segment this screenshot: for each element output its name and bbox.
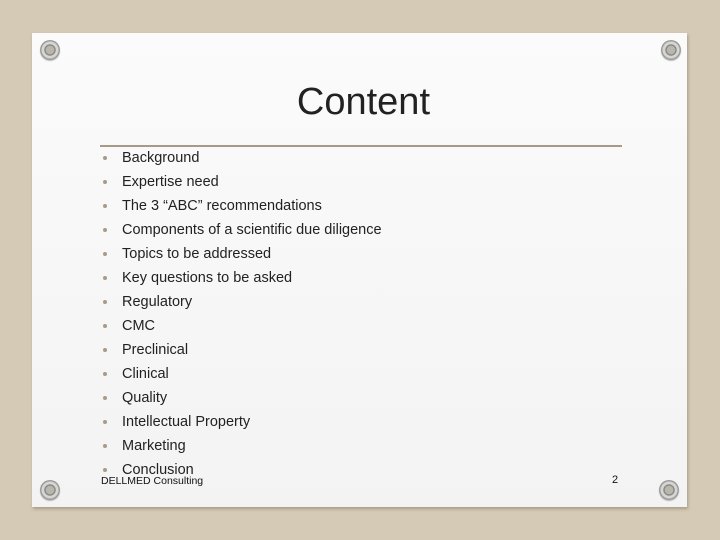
bullet-icon — [103, 396, 107, 400]
list-item: Expertise need — [100, 170, 382, 194]
bullet-icon — [103, 156, 107, 160]
grommet-bottom-right-icon — [659, 480, 679, 500]
list-item: Key questions to be asked — [100, 266, 382, 290]
page-number: 2 — [612, 474, 619, 486]
list-item-text: Clinical — [122, 366, 169, 382]
bullet-icon — [103, 204, 107, 208]
list-item-text: CMC — [122, 318, 156, 334]
list-item-text: Key questions to be asked — [122, 270, 293, 286]
list-item: Regulatory — [100, 290, 382, 314]
list-item-text: Expertise need — [122, 174, 219, 190]
list-item-text: Topics to be addressed — [122, 246, 272, 262]
list-item: Background — [100, 146, 382, 170]
bullet-icon — [103, 468, 107, 472]
list-item-text: Components of a scientific due diligence — [122, 222, 382, 238]
bullet-icon — [103, 420, 107, 424]
grommet-top-right-icon — [661, 40, 681, 60]
list-item: Preclinical — [100, 338, 382, 362]
slide-title: Content — [296, 81, 430, 123]
grommet-bottom-left-icon — [40, 480, 60, 500]
list-item-text: Preclinical — [122, 342, 189, 358]
list-item-text: Intellectual Property — [122, 414, 251, 430]
list-item: Components of a scientific due diligence — [100, 218, 382, 242]
list-item: Topics to be addressed — [100, 242, 382, 266]
list-item-text: Marketing — [122, 438, 186, 454]
list-item-text: The 3 “ABC” recommendations — [122, 198, 322, 214]
list-item: Quality — [100, 386, 382, 410]
list-item-text: Background — [122, 150, 200, 166]
list-item: Marketing — [100, 434, 382, 458]
list-item: Clinical — [100, 362, 382, 386]
list-item: CMC — [100, 314, 382, 338]
bullet-icon — [103, 276, 107, 280]
bullet-icon — [103, 444, 107, 448]
content-list: Background Expertise need The 3 “ABC” re… — [100, 146, 382, 482]
list-item-text: Quality — [122, 390, 168, 406]
bullet-icon — [103, 228, 107, 232]
list-item-text: Regulatory — [122, 294, 193, 310]
grommet-top-left-icon — [40, 40, 60, 60]
bullet-icon — [103, 180, 107, 184]
footer-text: DELLMED Consulting — [101, 475, 204, 487]
bullet-icon — [103, 372, 107, 376]
list-item: Intellectual Property — [100, 410, 382, 434]
bullet-icon — [103, 300, 107, 304]
bullet-icon — [103, 348, 107, 352]
bullet-icon — [103, 252, 107, 256]
list-item: The 3 “ABC” recommendations — [100, 194, 382, 218]
bullet-icon — [103, 324, 107, 328]
